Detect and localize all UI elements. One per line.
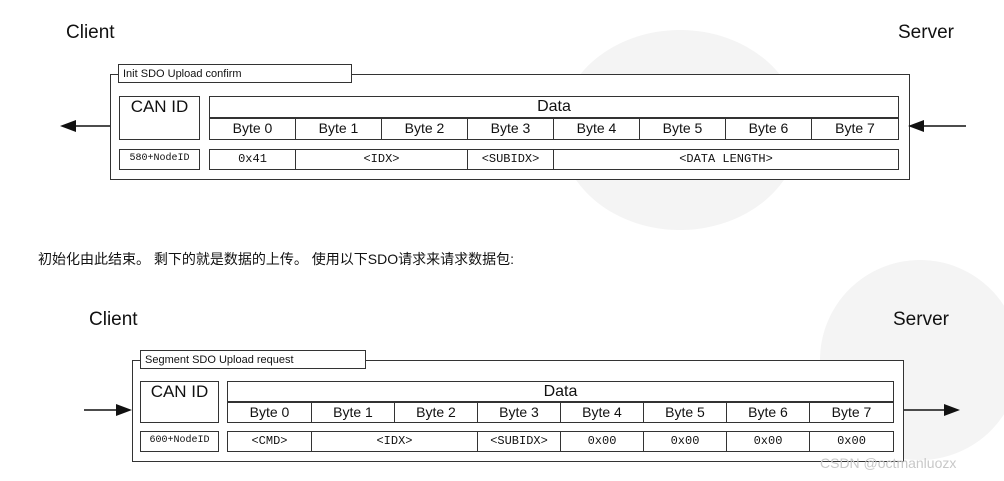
can-id-header: CAN ID	[119, 96, 200, 140]
value-subidx: <SUBIDX>	[477, 431, 561, 452]
byte-4-header: Byte 4	[553, 118, 640, 140]
byte-7-header: Byte 7	[809, 402, 894, 423]
byte-6-header: Byte 6	[726, 402, 810, 423]
watermark: CSDN @octmanluozx	[820, 455, 957, 471]
byte-1-header: Byte 1	[311, 402, 395, 423]
byte-7-header: Byte 7	[811, 118, 899, 140]
byte-6-header: Byte 6	[725, 118, 812, 140]
byte-4-header: Byte 4	[560, 402, 644, 423]
value-cmd: 0x41	[209, 149, 296, 170]
server-label: Server	[893, 309, 949, 330]
frame-title: Init SDO Upload confirm	[118, 64, 352, 83]
node-id-cell: 600+NodeID	[140, 431, 219, 452]
byte-2-header: Byte 2	[394, 402, 478, 423]
value-byte-6: 0x00	[726, 431, 810, 452]
value-idx: <IDX>	[295, 149, 468, 170]
byte-5-header: Byte 5	[639, 118, 726, 140]
value-data-length: <DATA LENGTH>	[553, 149, 899, 170]
value-byte-5: 0x00	[643, 431, 727, 452]
data-header: Data	[227, 381, 894, 402]
client-label: Client	[89, 309, 138, 330]
note-text: 初始化由此结束。 剩下的就是数据的上传。 使用以下SDO请求来请求数据包:	[38, 251, 515, 267]
node-id-cell: 580+NodeID	[119, 149, 200, 170]
value-subidx: <SUBIDX>	[467, 149, 554, 170]
left-arrow-out	[60, 120, 110, 132]
can-id-header: CAN ID	[140, 381, 219, 423]
byte-3-header: Byte 3	[467, 118, 554, 140]
value-cmd: <CMD>	[227, 431, 312, 452]
data-header: Data	[209, 96, 899, 118]
value-byte-7: 0x00	[809, 431, 894, 452]
client-label: Client	[66, 22, 115, 43]
byte-5-header: Byte 5	[643, 402, 727, 423]
value-byte-4: 0x00	[560, 431, 644, 452]
frame-title: Segment SDO Upload request	[140, 350, 366, 369]
server-label: Server	[898, 22, 954, 43]
value-idx: <IDX>	[311, 431, 478, 452]
right-arrow-out	[904, 404, 960, 416]
byte-1-header: Byte 1	[295, 118, 382, 140]
byte-2-header: Byte 2	[381, 118, 468, 140]
byte-3-header: Byte 3	[477, 402, 561, 423]
right-arrow-in	[908, 120, 966, 132]
left-arrow-in	[84, 404, 132, 416]
byte-0-header: Byte 0	[209, 118, 296, 140]
byte-0-header: Byte 0	[227, 402, 312, 423]
